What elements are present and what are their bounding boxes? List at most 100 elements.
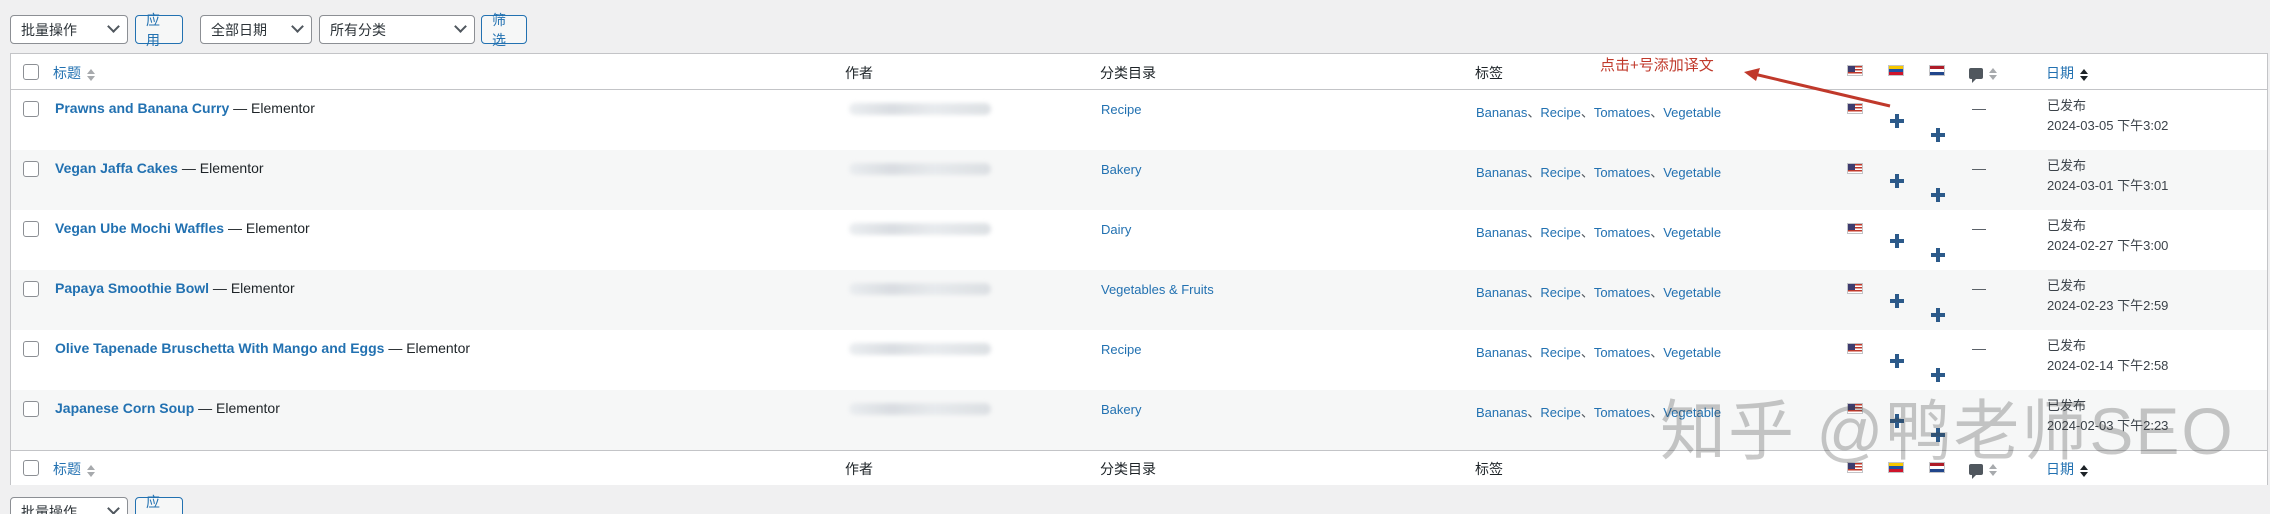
date-filter-value: 全部日期 (211, 21, 267, 38)
plus-icon[interactable] (1890, 234, 1904, 248)
row-checkbox[interactable] (23, 101, 39, 117)
post-date: 2024-02-27 下午3:00 (2047, 238, 2169, 253)
post-title-link[interactable]: Papaya Smoothie Bowl (55, 280, 209, 296)
column-author-label: 作者 (845, 65, 873, 81)
date-filter-select[interactable]: 全部日期 (200, 15, 312, 44)
tag-link[interactable]: Tomatoes (1594, 345, 1650, 360)
post-title: Prawns and Banana Curry — Elementor (55, 100, 315, 116)
tag-link[interactable]: Vegetable (1663, 105, 1721, 120)
plus-icon[interactable] (1890, 114, 1904, 128)
tag-link[interactable]: Tomatoes (1594, 285, 1650, 300)
tag-separator: 、 (1580, 105, 1594, 120)
post-title: Papaya Smoothie Bowl — Elementor (55, 280, 295, 296)
tags-list: Bananas、Recipe、Tomatoes、Vegetable (1476, 162, 1721, 181)
category-link[interactable]: Recipe (1101, 102, 1141, 117)
select-all-checkbox[interactable] (23, 64, 39, 80)
category-link[interactable]: Bakery (1101, 162, 1141, 177)
category-link[interactable]: Vegetables & Fruits (1101, 282, 1214, 297)
plus-icon[interactable] (1931, 128, 1945, 142)
tag-separator: 、 (1650, 345, 1664, 360)
post-title-link[interactable]: Prawns and Banana Curry (55, 100, 229, 116)
column-date-sort[interactable]: 日期 (2046, 63, 2088, 83)
plus-icon[interactable] (1890, 294, 1904, 308)
select-all-checkbox-footer[interactable] (23, 460, 39, 476)
tag-link[interactable]: Bananas (1476, 105, 1527, 120)
row-checkbox[interactable] (23, 281, 39, 297)
tag-link[interactable]: Bananas (1476, 345, 1527, 360)
apply-button-bottom[interactable]: 应用 (135, 494, 183, 514)
category-link[interactable]: Bakery (1101, 402, 1141, 417)
comments-column-sort[interactable] (1969, 65, 1997, 84)
tag-link[interactable]: Recipe (1540, 345, 1580, 360)
post-title-link[interactable]: Olive Tapenade Bruschetta With Mango and… (55, 340, 384, 356)
flag-us-icon (1847, 343, 1863, 354)
author-blurred (849, 283, 991, 295)
tag-separator: 、 (1527, 345, 1541, 360)
post-title: Vegan Ube Mochi Waffles — Elementor (55, 220, 310, 236)
tag-link[interactable]: Bananas (1476, 225, 1527, 240)
row-checkbox[interactable] (23, 161, 39, 177)
column-categories-label: 分类目录 (1100, 461, 1156, 477)
annotation-text: 点击+号添加译文 (1600, 57, 1714, 74)
table-row: Vegan Jaffa Cakes — Elementor Bakery Banan… (11, 150, 2267, 210)
plus-icon[interactable] (1931, 188, 1945, 202)
column-tags-label: 标签 (1475, 461, 1503, 477)
tag-link[interactable]: Tomatoes (1594, 165, 1650, 180)
chevron-down-icon (107, 20, 120, 33)
plus-icon[interactable] (1890, 174, 1904, 188)
tag-link[interactable]: Recipe (1540, 225, 1580, 240)
tag-link[interactable]: Bananas (1476, 405, 1527, 420)
bulk-action-select-bottom[interactable]: 批量操作 (10, 497, 128, 514)
table-row: Papaya Smoothie Bowl — Elementor Vegetabl… (11, 270, 2267, 330)
author-blurred (849, 163, 991, 175)
post-date: 2024-02-23 下午2:59 (2047, 298, 2169, 313)
post-title-suffix: — Elementor (384, 340, 471, 356)
tag-link[interactable]: Vegetable (1663, 165, 1721, 180)
plus-icon[interactable] (1931, 248, 1945, 262)
tag-link[interactable]: Bananas (1476, 285, 1527, 300)
tag-separator: 、 (1650, 285, 1664, 300)
row-checkbox[interactable] (23, 221, 39, 237)
tag-link[interactable]: Tomatoes (1594, 225, 1650, 240)
filter-button[interactable]: 筛选 (481, 12, 527, 48)
flag-us-icon (1847, 223, 1863, 234)
row-checkbox[interactable] (23, 341, 39, 357)
post-date: 2024-02-14 下午2:58 (2047, 358, 2169, 373)
tag-link[interactable]: Vegetable (1663, 285, 1721, 300)
post-title-link[interactable]: Vegan Jaffa Cakes (55, 160, 178, 176)
comment-icon (1969, 68, 1983, 84)
tag-link[interactable]: Tomatoes (1594, 105, 1650, 120)
tags-list: Bananas、Recipe、Tomatoes、Vegetable (1476, 342, 1721, 361)
tag-link[interactable]: Recipe (1540, 405, 1580, 420)
tag-link[interactable]: Tomatoes (1594, 405, 1650, 420)
category-link[interactable]: Dairy (1101, 222, 1131, 237)
tag-link[interactable]: Vegetable (1663, 345, 1721, 360)
post-title: Japanese Corn Soup — Elementor (55, 400, 280, 416)
post-title-link[interactable]: Japanese Corn Soup (55, 400, 194, 416)
category-filter-select[interactable]: 所有分类 (319, 15, 475, 44)
flag-us-icon (1847, 283, 1863, 294)
tag-link[interactable]: Vegetable (1663, 225, 1721, 240)
column-title-label: 标题 (53, 461, 81, 477)
tag-separator: 、 (1650, 165, 1664, 180)
apply-button[interactable]: 应用 (135, 12, 183, 48)
tag-link[interactable]: Recipe (1540, 105, 1580, 120)
column-tags-label: 标签 (1475, 65, 1503, 81)
bulk-action-select[interactable]: 批量操作 (10, 15, 128, 44)
watermark: 知乎 @鸭老师SEO (1660, 394, 2235, 468)
tag-link[interactable]: Bananas (1476, 165, 1527, 180)
tag-link[interactable]: Recipe (1540, 285, 1580, 300)
row-checkbox[interactable] (23, 401, 39, 417)
category-link[interactable]: Recipe (1101, 342, 1141, 357)
post-title-link[interactable]: Vegan Ube Mochi Waffles (55, 220, 224, 236)
column-categories-label: 分类目录 (1100, 65, 1156, 81)
post-title-suffix: — Elementor (224, 220, 310, 236)
tag-link[interactable]: Recipe (1540, 165, 1580, 180)
plus-icon[interactable] (1890, 354, 1904, 368)
post-status: 已发布 (2047, 338, 2087, 353)
column-title-sort[interactable]: 标题 (53, 63, 95, 83)
column-author-label: 作者 (845, 461, 873, 477)
plus-icon[interactable] (1931, 308, 1945, 322)
column-title-sort-footer[interactable]: 标题 (53, 459, 95, 479)
bulk-action-value: 批量操作 (21, 503, 77, 514)
